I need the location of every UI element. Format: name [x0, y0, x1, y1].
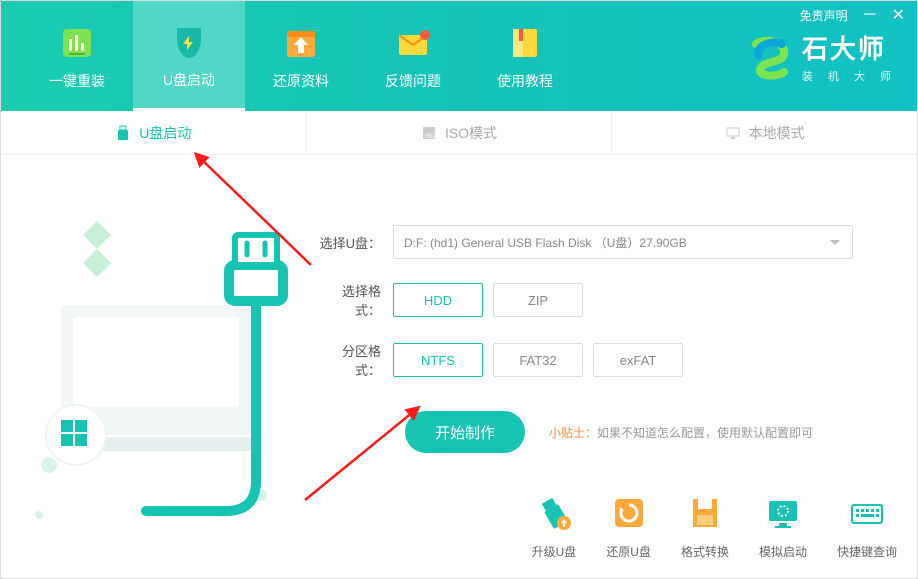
- disk-select[interactable]: D:F: (hd1) General USB Flash Disk （U盘）27…: [393, 225, 853, 259]
- nav-label: U盘启动: [163, 70, 215, 90]
- disk-label: 选择U盘：: [317, 233, 381, 252]
- upload-box-icon: [279, 21, 323, 65]
- partition-fat32[interactable]: FAT32: [493, 343, 583, 377]
- chart-icon: [55, 21, 99, 65]
- minimize-button[interactable]: －: [862, 8, 878, 24]
- format-hdd[interactable]: HDD: [393, 283, 483, 317]
- window-controls: 免责声明 － ✕: [800, 7, 905, 24]
- tool-label: 升级U盘: [532, 543, 577, 560]
- nav-reinstall[interactable]: 一键重装: [21, 1, 133, 111]
- brand-logo-icon: [746, 34, 792, 80]
- nav-label: 还原资料: [273, 71, 329, 91]
- subtab-iso[interactable]: ISO ISO模式: [307, 111, 613, 154]
- tool-simulate-boot[interactable]: 模拟启动: [759, 491, 807, 560]
- monitor-boot-icon: [761, 491, 805, 535]
- tool-format-convert[interactable]: 格式转换: [681, 491, 729, 560]
- brand: 石大师 装 机 大 师: [746, 29, 897, 84]
- monitor-icon: [725, 125, 741, 141]
- nav-usb-boot[interactable]: U盘启动: [133, 1, 245, 111]
- tool-label: 快捷键查询: [837, 543, 897, 560]
- subtab-usb[interactable]: U盘启动: [1, 111, 307, 154]
- tool-label: 模拟启动: [759, 543, 807, 560]
- tool-shortcut-query[interactable]: 快捷键查询: [837, 491, 897, 560]
- nav-label: 一键重装: [49, 71, 105, 91]
- tool-upgrade-usb[interactable]: 升级U盘: [532, 491, 577, 560]
- partition-exfat[interactable]: exFAT: [593, 343, 683, 377]
- close-button[interactable]: ✕: [892, 8, 905, 24]
- main-nav: 一键重装 U盘启动 还原资料 反馈问题 使用教程: [1, 1, 581, 111]
- restore-icon: [607, 491, 651, 535]
- app-header: 免责声明 － ✕ 一键重装 U盘启动 还原资料 反馈问题: [1, 1, 917, 111]
- subtab-label: 本地模式: [749, 123, 805, 143]
- svg-text:ISO: ISO: [425, 134, 436, 140]
- iso-icon: ISO: [421, 125, 437, 141]
- tool-label: 格式转换: [681, 543, 729, 560]
- tool-restore-usb[interactable]: 还原U盘: [606, 491, 651, 560]
- format-label: 选择格式：: [317, 281, 381, 319]
- keyboard-icon: [845, 491, 889, 535]
- subtab-local[interactable]: 本地模式: [612, 111, 917, 154]
- partition-ntfs[interactable]: NTFS: [393, 343, 483, 377]
- nav-feedback[interactable]: 反馈问题: [357, 1, 469, 111]
- mail-icon: [391, 21, 435, 65]
- book-icon: [503, 21, 547, 65]
- brand-title: 石大师: [802, 29, 897, 66]
- config-form: 选择U盘： D:F: (hd1) General USB Flash Disk …: [317, 225, 853, 453]
- nav-label: 反馈问题: [385, 71, 441, 91]
- bottom-tools: 升级U盘 还原U盘 格式转换 模拟启动 快捷键查询: [532, 491, 897, 560]
- nav-tutorial[interactable]: 使用教程: [469, 1, 581, 111]
- start-button[interactable]: 开始制作: [405, 411, 525, 453]
- partition-label: 分区格式：: [317, 341, 381, 379]
- usb-shield-icon: [167, 20, 211, 64]
- disclaimer-link[interactable]: 免责声明: [800, 7, 848, 24]
- usb-up-icon: [532, 491, 576, 535]
- tool-label: 还原U盘: [606, 543, 651, 560]
- tip-text: 小贴士：如果不知道怎么配置，使用默认配置即可: [549, 424, 813, 441]
- sub-tabs: U盘启动 ISO ISO模式 本地模式: [1, 111, 917, 155]
- tip-label: 小贴士：: [549, 426, 597, 440]
- subtab-label: ISO模式: [445, 123, 497, 143]
- brand-subtitle: 装 机 大 师: [802, 68, 897, 84]
- format-zip[interactable]: ZIP: [493, 283, 583, 317]
- content-area: 选择U盘： D:F: (hd1) General USB Flash Disk …: [1, 155, 917, 578]
- subtab-label: U盘启动: [139, 123, 191, 143]
- usb-icon: [115, 125, 131, 141]
- floppy-icon: [683, 491, 727, 535]
- nav-label: 使用教程: [497, 71, 553, 91]
- usb-illustration: [11, 185, 301, 545]
- nav-restore[interactable]: 还原资料: [245, 1, 357, 111]
- disk-value: D:F: (hd1) General USB Flash Disk （U盘）27…: [404, 234, 687, 251]
